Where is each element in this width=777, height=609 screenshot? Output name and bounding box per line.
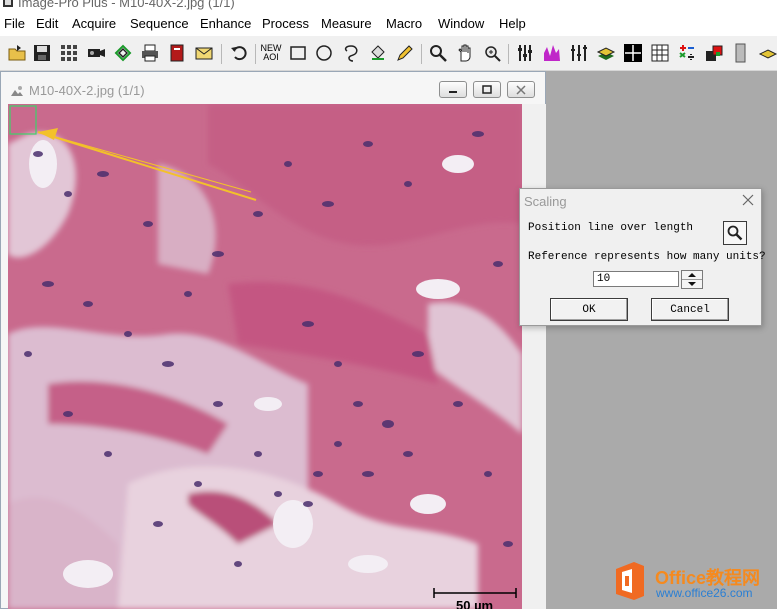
ok-button[interactable]: OK [550, 298, 628, 321]
open-file-icon[interactable] [6, 42, 28, 64]
menu-file[interactable]: File [4, 16, 25, 31]
menu-edit[interactable]: Edit [36, 16, 58, 31]
watermark: Office教程网 www.office26.com [612, 559, 777, 609]
menu-macro[interactable]: Macro [386, 16, 422, 31]
menu-window[interactable]: Window [438, 16, 484, 31]
office-logo-icon [616, 562, 644, 600]
restore-button[interactable] [473, 81, 501, 98]
new-aoi-label: AOI [263, 52, 279, 62]
undo-icon[interactable] [228, 42, 250, 64]
magnifier-icon [727, 225, 743, 241]
mail-icon[interactable] [193, 42, 215, 64]
freehand-icon[interactable] [340, 42, 362, 64]
toolbar-separator [255, 44, 256, 64]
overlay-icon[interactable] [703, 42, 725, 64]
print-icon[interactable] [139, 42, 161, 64]
hand-icon[interactable] [454, 42, 476, 64]
grid-table-icon[interactable] [649, 42, 671, 64]
units-spinner[interactable] [681, 270, 703, 289]
menu-help[interactable]: Help [499, 16, 526, 31]
histogram-icon[interactable] [541, 42, 563, 64]
pencil-icon[interactable] [394, 42, 416, 64]
toolbar-separator [508, 44, 509, 64]
units-question-label: Reference represents how many units? [528, 251, 766, 263]
camera-icon[interactable] [85, 42, 107, 64]
new-aoi-icon[interactable]: NEW AOI [260, 42, 282, 64]
aoi-select-icon[interactable] [112, 42, 134, 64]
arrow-down-icon [688, 282, 696, 286]
document-icon [11, 86, 23, 96]
vertical-scrollbar[interactable] [522, 104, 546, 609]
menu-measure[interactable]: Measure [321, 16, 372, 31]
cancel-button[interactable]: Cancel [651, 298, 729, 321]
gray-bar-icon[interactable] [730, 42, 752, 64]
menu-sequence[interactable]: Sequence [130, 16, 189, 31]
calculator-icon[interactable] [676, 42, 698, 64]
minimize-button[interactable] [439, 81, 467, 98]
adjust-icon[interactable] [568, 42, 590, 64]
menu-process[interactable]: Process [262, 16, 309, 31]
image-window-title: M10-40X-2.jpg (1/1) [29, 83, 145, 98]
sliders-icon[interactable] [514, 42, 536, 64]
close-icon [516, 84, 526, 95]
app-title-bar: Image-Pro Plus - M10-40X-2.jpg (1/1) [0, 0, 777, 12]
flood-fill-icon[interactable] [367, 42, 389, 64]
spin-up-button[interactable] [682, 271, 702, 280]
save-icon[interactable] [31, 42, 53, 64]
restore-icon [482, 84, 492, 94]
menu-bar: File Edit Acquire Sequence Enhance Proce… [0, 12, 777, 36]
scaling-dialog: Scaling Position line over length Refere… [519, 188, 766, 326]
ellipse-icon[interactable] [313, 42, 335, 64]
magnify-glass-icon[interactable] [481, 42, 503, 64]
minimize-icon [449, 90, 457, 93]
app-title: Image-Pro Plus - M10-40X-2.jpg (1/1) [18, 0, 235, 10]
image-window[interactable]: M10-40X-2.jpg (1/1) 50 µm [0, 71, 546, 609]
arrow-up-icon [688, 273, 696, 277]
zoom-button[interactable] [723, 221, 747, 245]
layers-icon[interactable] [757, 42, 777, 64]
grid-icon[interactable] [58, 42, 80, 64]
toolbar: NEW AOI [0, 36, 777, 71]
layers-icon[interactable] [595, 42, 617, 64]
rectangle-icon[interactable] [287, 42, 309, 64]
app-icon [3, 0, 13, 7]
close-button[interactable] [507, 81, 535, 98]
crosshair-icon[interactable] [622, 42, 644, 64]
toolbar-separator [221, 44, 222, 64]
watermark-url: www.office26.com [656, 586, 753, 600]
menu-enhance[interactable]: Enhance [200, 16, 251, 31]
toolbar-separator [421, 44, 422, 64]
dialog-body: Position line over length Reference repr… [520, 213, 766, 325]
histology-image[interactable] [8, 104, 522, 609]
image-viewport[interactable]: 50 µm [8, 104, 522, 609]
spin-down-button[interactable] [682, 280, 702, 288]
units-input[interactable]: 10 [593, 271, 679, 287]
close-icon[interactable] [741, 193, 755, 207]
scale-bar-label: 50 µm [456, 598, 494, 609]
menu-acquire[interactable]: Acquire [72, 16, 116, 31]
book-icon[interactable] [166, 42, 188, 64]
dialog-title: Scaling [524, 194, 567, 209]
instruction-label: Position line over length [528, 222, 694, 234]
zoom-icon[interactable] [427, 42, 449, 64]
